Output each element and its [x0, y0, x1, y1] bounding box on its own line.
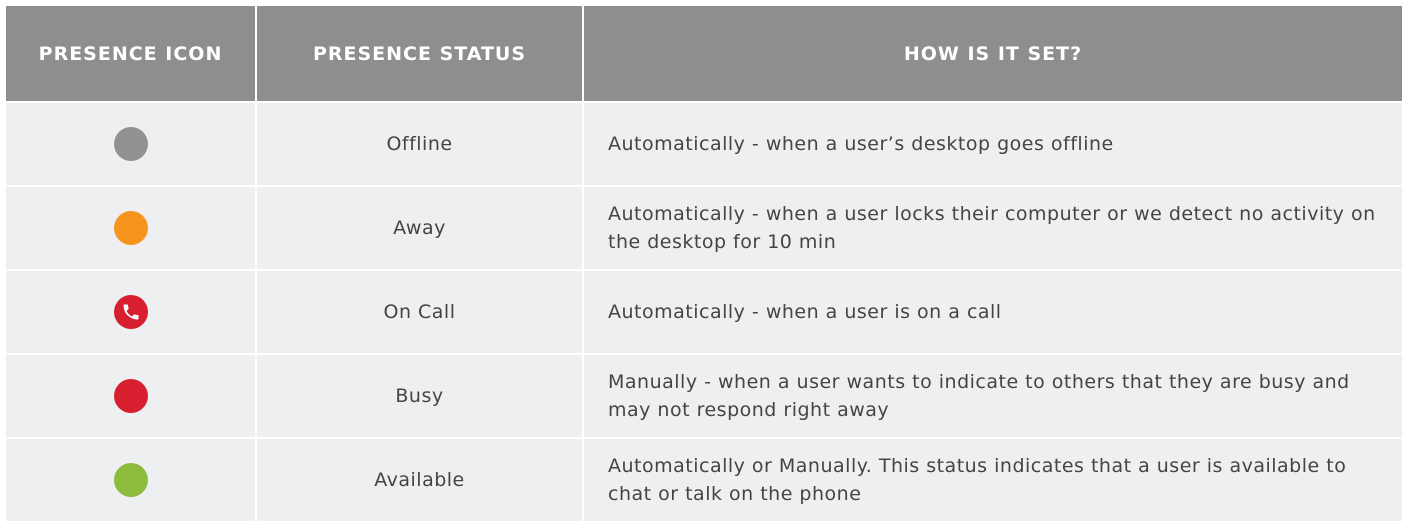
- orange-dot-icon: [113, 211, 148, 245]
- how-cell: Automatically - when a user’s desktop go…: [583, 101, 1402, 186]
- presence-status-table: PRESENCE ICON PRESENCE STATUS HOW IS IT …: [6, 6, 1402, 521]
- green-dot-icon: [113, 463, 148, 497]
- icon-cell: [6, 437, 257, 521]
- table-row: On Call Automatically - when a user is o…: [6, 269, 1402, 354]
- status-cell: On Call: [256, 269, 584, 354]
- status-cell: Away: [256, 185, 584, 270]
- table-row: Offline Automatically - when a user’s de…: [6, 101, 1402, 186]
- table-row: Away Automatically - when a user locks t…: [6, 185, 1402, 270]
- header-how-is-it-set: HOW IS IT SET?: [583, 6, 1402, 102]
- how-cell: Automatically - when a user locks their …: [583, 185, 1402, 270]
- header-row: PRESENCE ICON PRESENCE STATUS HOW IS IT …: [6, 6, 1402, 102]
- phone-icon: [113, 295, 148, 329]
- icon-cell: [6, 353, 257, 438]
- gray-dot-icon: [113, 127, 148, 161]
- icon-cell: [6, 269, 257, 354]
- how-cell: Automatically - when a user is on a call: [583, 269, 1402, 354]
- header-presence-status: PRESENCE STATUS: [256, 6, 584, 102]
- table-row: Available Automatically or Manually. Thi…: [6, 437, 1402, 521]
- phone-handset-glyph: [123, 304, 138, 320]
- table-row: Busy Manually - when a user wants to ind…: [6, 353, 1402, 438]
- how-cell: Manually - when a user wants to indicate…: [583, 353, 1402, 438]
- status-cell: Available: [256, 437, 584, 521]
- header-presence-icon: PRESENCE ICON: [6, 6, 257, 102]
- red-dot-icon: [113, 379, 148, 413]
- icon-cell: [6, 185, 257, 270]
- status-cell: Busy: [256, 353, 584, 438]
- icon-cell: [6, 101, 257, 186]
- how-cell: Automatically or Manually. This status i…: [583, 437, 1402, 521]
- status-cell: Offline: [256, 101, 584, 186]
